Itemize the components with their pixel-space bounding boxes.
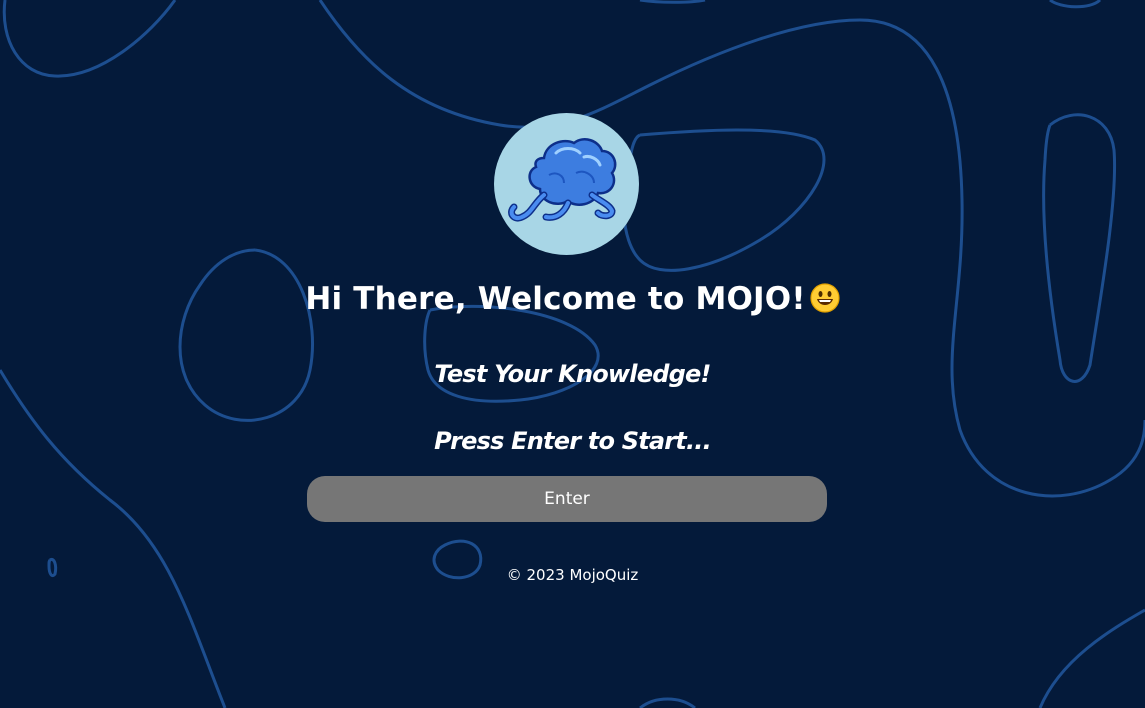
logo-avatar [494, 113, 639, 255]
footer-copyright: © 2023 MojoQuiz [506, 566, 639, 584]
subtitle: Test Your Knowledge! [434, 360, 711, 388]
background-outline-shapes [0, 0, 1145, 708]
enter-button[interactable]: Enter [307, 476, 827, 522]
brain-runner-icon [508, 138, 617, 222]
welcome-heading-text: Hi There, Welcome to MOJO! [305, 281, 806, 317]
smiling-face-icon [810, 283, 840, 313]
quiz-landing-page: Hi There, Welcome to MOJO! Test Your Kno… [0, 0, 1145, 708]
welcome-heading: Hi There, Welcome to MOJO! [0, 281, 1145, 317]
start-prompt: Press Enter to Start... [434, 427, 712, 455]
